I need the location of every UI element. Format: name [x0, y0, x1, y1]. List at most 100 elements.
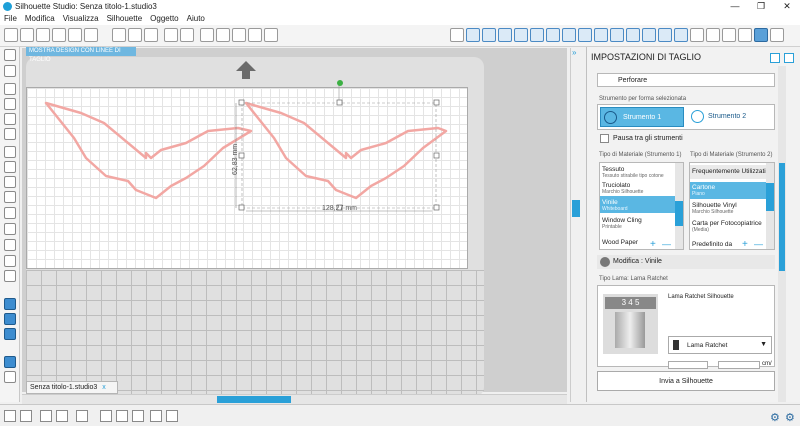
show-panel-icon[interactable] — [4, 356, 16, 368]
image-icon[interactable] — [498, 28, 512, 42]
regular-polygon-icon[interactable] — [4, 223, 16, 235]
arc-icon[interactable] — [4, 207, 16, 219]
document-tab[interactable]: Senza titolo-1.studio3 x — [26, 381, 118, 394]
add-material2-icon[interactable]: + — [742, 239, 748, 249]
horizontal-scroll-thumb[interactable] — [217, 396, 291, 403]
library-store-icon[interactable] — [738, 28, 752, 42]
material-item-vinile[interactable]: Vinile Whiteboard — [602, 199, 628, 213]
rounded-rect-icon[interactable] — [4, 113, 16, 125]
perforate-option[interactable]: Perforare — [597, 73, 775, 87]
material-list-1-thumb[interactable] — [675, 201, 683, 226]
modify-section-header[interactable]: Modifica : Vinile — [597, 255, 775, 269]
offset-tool-icon[interactable] — [166, 410, 178, 422]
replicate-icon[interactable] — [626, 28, 640, 42]
theme-gear-icon[interactable]: ⚙ — [785, 411, 795, 424]
store-icon[interactable] — [722, 28, 736, 42]
collapse-panel-icon[interactable]: » — [572, 48, 576, 57]
transform-icon[interactable] — [610, 28, 624, 42]
library-icon[interactable] — [36, 28, 50, 42]
print-icon[interactable] — [68, 28, 82, 42]
edit-points-icon[interactable] — [4, 65, 16, 77]
add-material-icon[interactable]: + — [650, 239, 656, 249]
undo-icon[interactable] — [164, 28, 178, 42]
compound-icon[interactable] — [40, 410, 52, 422]
cut-icon[interactable] — [144, 28, 158, 42]
panel-pin-icon[interactable] — [770, 53, 780, 63]
text-style-icon[interactable] — [594, 28, 608, 42]
material-item-tessuto[interactable]: Tessuto Tessuto stirabile tipo cotone — [602, 166, 664, 180]
zoom-in-icon[interactable] — [216, 28, 230, 42]
remove-material2-icon[interactable]: — — [754, 239, 763, 249]
material2-item-predefinito[interactable]: Predefinito da — [692, 241, 732, 248]
release-icon[interactable] — [56, 410, 68, 422]
zoom-page-icon[interactable] — [264, 28, 278, 42]
horizontal-scrollbar[interactable] — [22, 394, 567, 404]
group-icon[interactable] — [4, 410, 16, 422]
material-list-1[interactable]: Tessuto Tessuto stirabile tipo cotone Tru… — [599, 162, 684, 250]
fill-icon[interactable] — [546, 28, 560, 42]
gradient-icon[interactable] — [562, 28, 576, 42]
restore-button[interactable]: ❐ — [748, 0, 774, 13]
save-icon[interactable] — [52, 28, 66, 42]
align-icon[interactable] — [132, 410, 144, 422]
menu-modifica[interactable]: Modifica — [25, 13, 55, 25]
bat-shape-right[interactable] — [244, 101, 448, 200]
duplicate-icon[interactable] — [150, 410, 162, 422]
grid-icon[interactable] — [466, 28, 480, 42]
new-icon[interactable] — [4, 28, 18, 42]
bring-front-icon[interactable] — [116, 410, 128, 422]
knife-icon[interactable] — [4, 270, 16, 282]
bat-shape-left[interactable] — [44, 101, 253, 200]
settings-gear-icon[interactable]: ⚙ — [770, 411, 780, 424]
polygon-icon[interactable] — [4, 146, 16, 158]
print-cut-icon[interactable] — [84, 28, 98, 42]
layers-icon[interactable] — [4, 313, 16, 325]
offset-icon[interactable] — [658, 28, 672, 42]
modify-icon[interactable] — [642, 28, 656, 42]
minimize-button[interactable]: — — [722, 0, 748, 13]
text-icon[interactable] — [4, 239, 16, 251]
zoom-fit-icon[interactable] — [248, 28, 262, 42]
split-view-icon[interactable] — [4, 371, 16, 383]
open-icon[interactable] — [20, 28, 34, 42]
material2-item-silhouette-vinyl[interactable]: Silhouette Vinyl Marchio Silhouette — [692, 202, 737, 216]
paste-icon[interactable] — [128, 28, 142, 42]
redo-icon[interactable] — [180, 28, 194, 42]
line-style-icon[interactable] — [530, 28, 544, 42]
silhouette-connect-icon[interactable] — [770, 28, 784, 42]
blade-select[interactable]: Lama Ratchet ▼ — [668, 336, 772, 354]
eraser-icon[interactable] — [450, 28, 464, 42]
color-icon[interactable] — [514, 28, 528, 42]
pan-icon[interactable] — [200, 28, 214, 42]
material2-item-cartone[interactable]: Cartone Piano — [692, 184, 715, 198]
material-item-truciolato[interactable]: Truciolato Marchio Silhouette — [602, 182, 643, 196]
close-button[interactable]: ✕ — [774, 0, 800, 13]
page-setup-icon[interactable] — [482, 28, 496, 42]
smooth-freehand-icon[interactable] — [4, 191, 16, 203]
document-tab-close-icon[interactable]: x — [102, 384, 106, 391]
pause-checkbox[interactable] — [600, 134, 609, 143]
menu-visualizza[interactable]: Visualizza — [63, 13, 99, 25]
material2-item-carta[interactable]: Carta per Fotocopiatrice (Media) — [692, 220, 762, 234]
menu-aiuto[interactable]: Aiuto — [187, 13, 205, 25]
material-item-wood-paper[interactable]: Wood Paper — [602, 239, 638, 246]
design-icon[interactable] — [4, 298, 16, 310]
send-icon[interactable] — [690, 28, 704, 42]
page-icon[interactable] — [706, 28, 720, 42]
menu-oggetto[interactable]: Oggetto — [150, 13, 178, 25]
panel-scroll-thumb[interactable] — [779, 163, 785, 271]
force-field[interactable] — [718, 361, 760, 369]
rectangle-icon[interactable] — [4, 98, 16, 110]
menu-silhouette[interactable]: Silhouette — [107, 13, 143, 25]
eraser-tool-icon[interactable] — [4, 255, 16, 267]
ungroup-icon[interactable] — [20, 410, 32, 422]
material-list-2-thumb[interactable] — [766, 183, 774, 211]
material-list-2[interactable]: Frequentemente Utilizzati Cartone Piano S… — [689, 162, 775, 250]
tool1-button[interactable]: Strumento 1 — [600, 107, 684, 127]
remove-material-icon[interactable]: — — [662, 239, 671, 249]
ellipse-icon[interactable] — [4, 128, 16, 140]
tool2-button[interactable]: Strumento 2 — [688, 107, 772, 127]
trace-icon[interactable] — [674, 28, 688, 42]
curve-icon[interactable] — [4, 161, 16, 173]
vertical-scroll-thumb[interactable] — [572, 200, 580, 217]
